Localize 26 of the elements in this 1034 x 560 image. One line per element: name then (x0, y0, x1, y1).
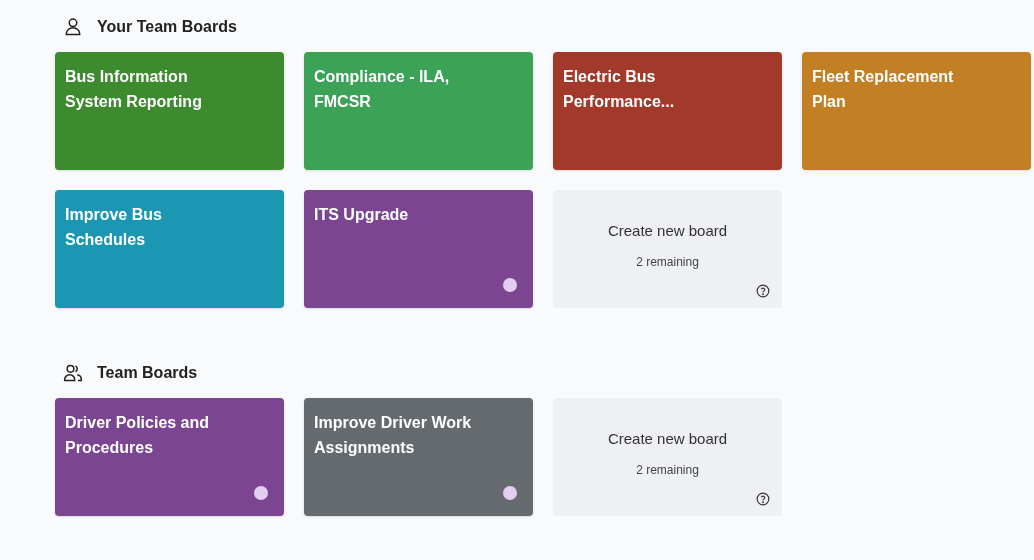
board-title: Improve Bus Schedules (65, 205, 163, 250)
users-icon (63, 363, 83, 383)
board-title: ITS Upgrade (314, 205, 410, 225)
board-card[interactable]: Bus Information System Reporting (55, 52, 284, 170)
board-title: Electric Bus Performance... (563, 67, 676, 112)
board-card[interactable]: Electric Bus Performance... (553, 52, 782, 170)
board-title: Improve Driver Work Assignments (314, 413, 473, 458)
board-title: Bus Information System Reporting (65, 67, 203, 112)
board-card[interactable]: Improve Driver Work Assignments (304, 398, 533, 516)
board-card[interactable]: ITS Upgrade (304, 190, 533, 308)
board-title: Compliance - ILA, FMCSR (314, 67, 451, 112)
help-icon (756, 492, 770, 506)
create-board-card[interactable]: Create new board 2 remaining (553, 190, 782, 308)
board-card[interactable]: Improve Bus Schedules (55, 190, 284, 308)
board-title: Driver Policies and Procedures (65, 413, 211, 458)
user-icon (63, 17, 83, 37)
help-icon (756, 284, 770, 298)
remaining-count: 2 remaining (636, 461, 699, 479)
board-title: Fleet Replacement Plan (812, 67, 955, 112)
create-board-card[interactable]: Create new board 2 remaining (553, 398, 782, 516)
section-title: Your Team Boards (97, 17, 237, 37)
create-board-label: Create new board (607, 429, 728, 449)
remaining-count: 2 remaining (636, 253, 699, 271)
create-board-label: Create new board (607, 221, 728, 241)
board-card[interactable]: Driver Policies and Procedures (55, 398, 284, 516)
section-title: Team Boards (97, 363, 198, 383)
